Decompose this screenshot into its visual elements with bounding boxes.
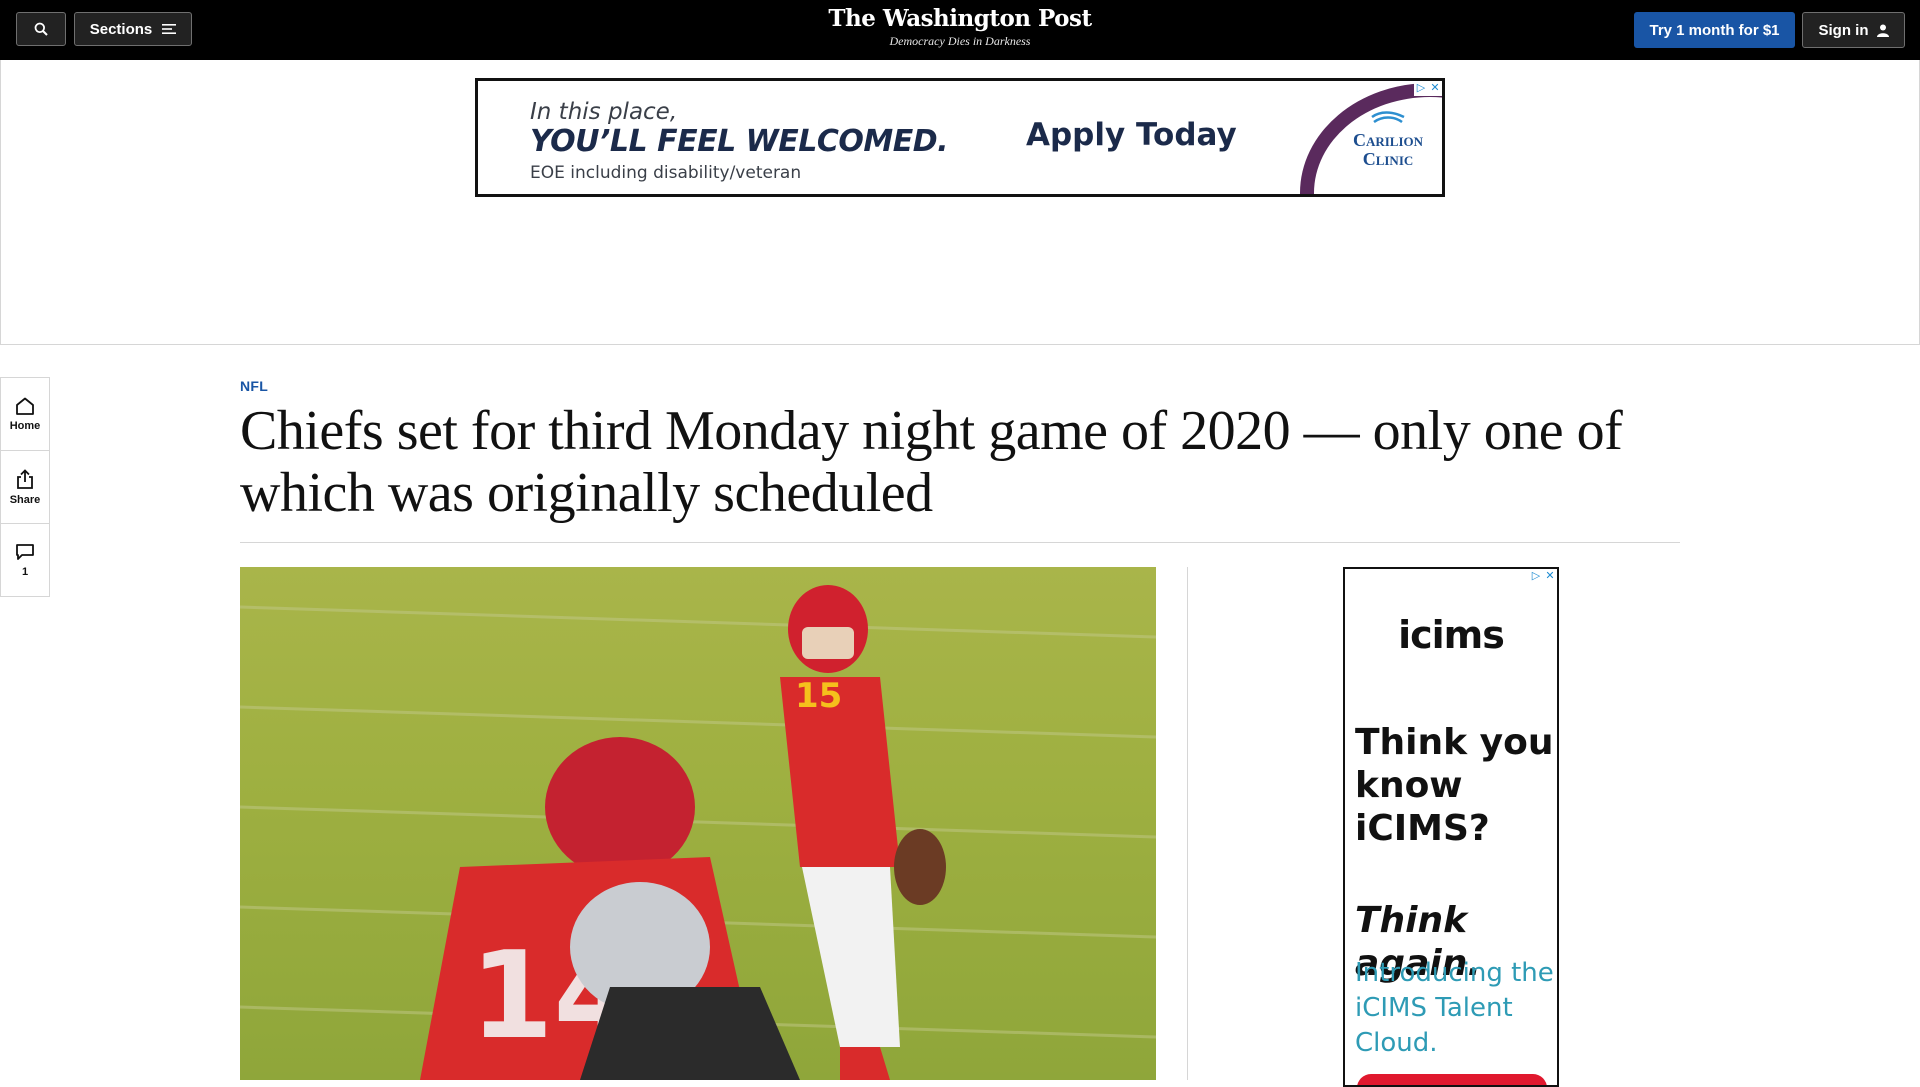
banner-line1: In this place, (530, 99, 678, 125)
banner-line2: YOU’LL FEEL WELCOMED. (530, 124, 949, 159)
sidebar-adchoices-badge[interactable]: ▷ ✕ (1529, 569, 1557, 584)
brand-line1: Carilion (1352, 130, 1424, 150)
column-divider (1187, 567, 1188, 1080)
comments-count: 1 (21, 565, 29, 578)
search-icon (34, 22, 48, 36)
banner-cta: Apply Today (1026, 117, 1237, 153)
sign-in-button[interactable]: Sign in (1802, 12, 1905, 48)
sidebar-ad-headline: Think you know iCIMS? (1355, 722, 1554, 849)
banner-ad[interactable]: In this place, YOU’LL FEEL WELCOMED. EOE… (475, 78, 1445, 197)
top-navigation-bar: Sections The Washington Post Democracy D… (0, 0, 1920, 60)
share-icon (17, 468, 33, 489)
sidebar-adchoices-icon: ▷ (1531, 570, 1541, 582)
sidebar-ad-body: Introducing the iCIMS Talent Cloud. (1355, 958, 1554, 1058)
sidebar-ad-cta-button[interactable] (1357, 1074, 1547, 1085)
sidebar-close-ad-icon[interactable]: ✕ (1543, 569, 1557, 584)
jersey-number-front: 15 (795, 676, 842, 716)
subscribe-button[interactable]: Try 1 month for $1 (1634, 12, 1795, 48)
home-icon (16, 397, 34, 415)
football-player-icon: 15 14 (240, 585, 1156, 1080)
rail-share-button[interactable]: Share (1, 451, 49, 524)
rail-home-button[interactable]: Home (1, 378, 49, 451)
close-ad-icon[interactable]: ✕ (1428, 81, 1442, 96)
site-logo[interactable]: The Washington Post Democracy Dies in Da… (760, 4, 1160, 48)
sections-label: Sections (89, 20, 153, 38)
article-headline: Chiefs set for third Monday night game o… (240, 400, 1623, 524)
brand-line2: Clinic (1362, 149, 1414, 169)
banner-line3: EOE including disability/veteran (530, 163, 802, 183)
tagline: Democracy Dies in Darkness (889, 34, 1031, 48)
sections-button[interactable]: Sections (74, 12, 192, 46)
user-icon (1876, 24, 1889, 37)
search-button[interactable] (16, 12, 66, 46)
comment-icon (16, 543, 34, 560)
rail-home-label: Home (9, 419, 41, 432)
headline-divider (240, 542, 1680, 543)
rail-comments-button[interactable]: 1 (1, 524, 49, 596)
banner-brand-logo: Carilion Clinic (1338, 111, 1438, 169)
sidebar-ad[interactable]: ▷ ✕ icims Think you know iCIMS? Think ag… (1343, 567, 1559, 1087)
sign-in-label: Sign in (1818, 21, 1869, 39)
wave-icon (1371, 111, 1405, 124)
adchoices-badge[interactable]: ▷ ✕ (1414, 81, 1442, 96)
logo-wordmark: The Washington Post (828, 5, 1092, 32)
section-kicker[interactable]: NFL (240, 378, 268, 394)
rail-share-label: Share (9, 493, 41, 506)
hero-image[interactable]: 15 14 (240, 567, 1156, 1080)
icims-logo: icims (1398, 613, 1505, 657)
adchoices-icon: ▷ (1416, 82, 1426, 94)
menu-icon (162, 24, 177, 34)
left-rail: Home Share 1 (0, 377, 50, 597)
